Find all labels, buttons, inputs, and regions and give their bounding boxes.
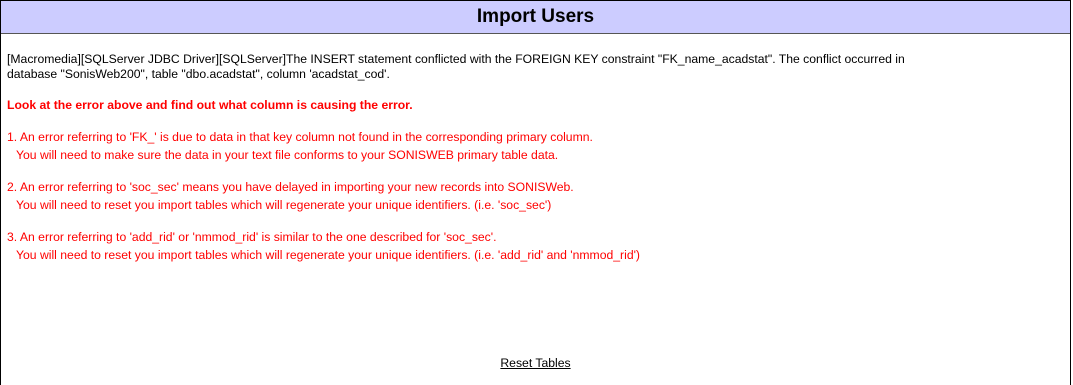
page-title-bar: Import Users (1, 1, 1070, 34)
sql-error-line-1: [Macromedia][SQLServer JDBC Driver][SQLS… (7, 52, 905, 66)
hint-item-2-title: 2. An error referring to 'soc_sec' means… (7, 180, 574, 194)
hint-item-3-title: 3. An error referring to 'add_rid' or 'n… (7, 230, 497, 244)
hint-item-1: 1. An error referring to 'FK_' is due to… (7, 130, 1064, 163)
hint-item-1-detail: You will need to make sure the data in y… (16, 148, 559, 162)
sql-error-line-2: database "SonisWeb200", table "dbo.acads… (7, 67, 390, 81)
hint-item-1-title: 1. An error referring to 'FK_' is due to… (7, 130, 593, 144)
import-users-panel: Import Users [Macromedia][SQLServer JDBC… (0, 0, 1071, 385)
reset-tables-container: Reset Tables (1, 356, 1070, 370)
reset-tables-link[interactable]: Reset Tables (500, 356, 570, 370)
hint-item-3-detail: You will need to reset you import tables… (16, 248, 640, 262)
sql-error-message: [Macromedia][SQLServer JDBC Driver][SQLS… (7, 52, 1064, 82)
hint-item-2: 2. An error referring to 'soc_sec' means… (7, 180, 1064, 213)
page-title: Import Users (476, 6, 595, 27)
instruction-text: Look at the error above and find out wha… (7, 98, 413, 112)
hint-item-3: 3. An error referring to 'add_rid' or 'n… (7, 230, 1064, 263)
hint-item-2-detail: You will need to reset you import tables… (16, 198, 552, 212)
content-area: [Macromedia][SQLServer JDBC Driver][SQLS… (1, 34, 1070, 263)
